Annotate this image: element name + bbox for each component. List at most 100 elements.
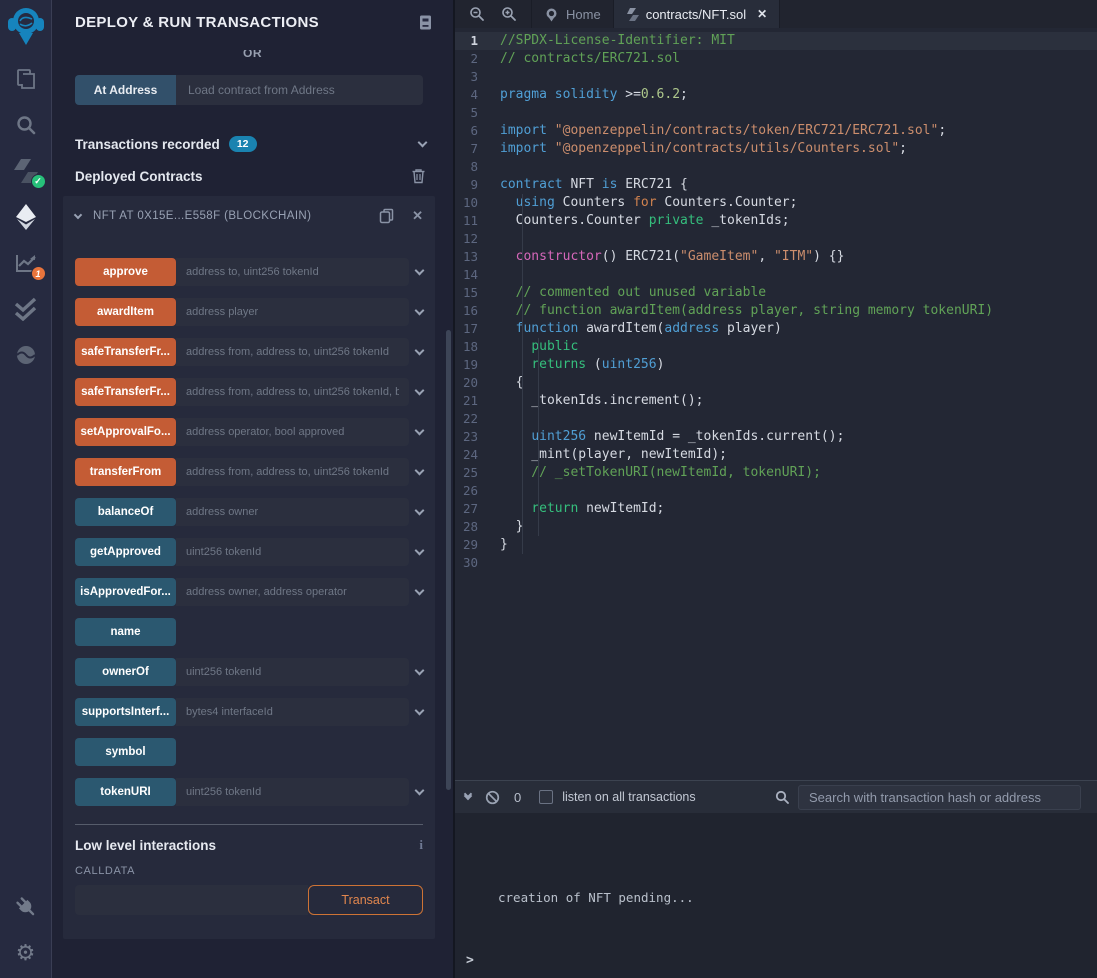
chevron-down-icon[interactable] — [415, 425, 425, 435]
terminal-output[interactable]: creation of NFT pending... > — [455, 813, 1097, 978]
code-line[interactable]: 27 return newItemId; — [455, 500, 1097, 518]
remix-logo-icon[interactable] — [7, 6, 45, 46]
info-icon[interactable]: i — [419, 837, 423, 853]
function-param-input[interactable] — [176, 578, 409, 606]
code-line[interactable]: 17 function awardItem(address player) — [455, 320, 1097, 338]
plugin-manager-icon[interactable] — [11, 892, 41, 922]
chevron-down-icon[interactable] — [415, 545, 425, 555]
code-line[interactable]: 25 // _setTokenURI(newItemId, tokenURI); — [455, 464, 1097, 482]
code-line[interactable]: 24 _mint(player, newItemId); — [455, 446, 1097, 464]
function-param-input[interactable] — [176, 458, 409, 486]
chevron-down-icon[interactable] — [74, 210, 82, 218]
code-line[interactable]: 28 } — [455, 518, 1097, 536]
function-button-tokenuri[interactable]: tokenURI — [75, 778, 176, 806]
code-line[interactable]: 14 — [455, 266, 1097, 284]
unit-testing-icon[interactable] — [11, 294, 41, 324]
chevron-down-icon[interactable] — [415, 305, 425, 315]
function-button-getapproved[interactable]: getApproved — [75, 538, 176, 566]
copy-address-icon[interactable] — [379, 208, 394, 224]
code-line[interactable]: 3 — [455, 68, 1097, 86]
code-line[interactable]: 29} — [455, 536, 1097, 554]
code-line[interactable]: 4pragma solidity >=0.6.2; — [455, 86, 1097, 104]
function-param-input[interactable] — [176, 538, 409, 566]
analytics-icon[interactable]: 1 — [11, 248, 41, 278]
function-param-input[interactable] — [176, 338, 409, 366]
code-line[interactable]: 2// contracts/ERC721.sol — [455, 50, 1097, 68]
function-param-input[interactable] — [176, 498, 409, 526]
function-button-balanceof[interactable]: balanceOf — [75, 498, 176, 526]
code-line[interactable]: 30 — [455, 554, 1097, 572]
code-line[interactable]: 10 using Counters for Counters.Counter; — [455, 194, 1097, 212]
terminal-prompt[interactable]: > — [466, 953, 474, 968]
chevron-down-icon[interactable] — [415, 785, 425, 795]
function-button-safetransferfr[interactable]: safeTransferFr... — [75, 338, 176, 366]
calldata-input[interactable] — [75, 885, 308, 915]
code-editor[interactable]: 1//SPDX-License-Identifier: MIT2// contr… — [455, 28, 1097, 780]
code-line[interactable]: 19 returns (uint256) — [455, 356, 1097, 374]
function-param-input[interactable] — [176, 298, 409, 326]
search-icon[interactable] — [11, 110, 41, 140]
code-line[interactable]: 21 _tokenIds.increment(); — [455, 392, 1097, 410]
function-param-input[interactable] — [176, 258, 409, 286]
function-button-symbol[interactable]: symbol — [75, 738, 176, 766]
terminal-search-input[interactable] — [798, 785, 1081, 810]
panel-scrollbar-thumb[interactable] — [446, 330, 451, 790]
code-line[interactable]: 23 uint256 newItemId = _tokenIds.current… — [455, 428, 1097, 446]
function-button-safetransferfr[interactable]: safeTransferFr... — [75, 378, 176, 406]
trash-icon[interactable] — [411, 168, 426, 184]
remove-contract-icon[interactable]: ✕ — [412, 208, 423, 224]
function-button-awarditem[interactable]: awardItem — [75, 298, 176, 326]
code-line[interactable]: 9contract NFT is ERC721 { — [455, 176, 1097, 194]
function-button-isapprovedfor[interactable]: isApprovedFor... — [75, 578, 176, 606]
tab-home[interactable]: Home — [531, 0, 613, 28]
code-line[interactable]: 20 { — [455, 374, 1097, 392]
deployed-contract-header[interactable]: NFT AT 0X15E...E558F (BLOCKCHAIN) ✕ — [75, 204, 423, 228]
deploy-run-icon[interactable] — [11, 202, 41, 232]
code-line[interactable]: 6import "@openzeppelin/contracts/token/E… — [455, 122, 1097, 140]
at-address-input[interactable] — [176, 75, 423, 105]
close-tab-icon[interactable]: ✕ — [757, 7, 767, 21]
chevron-down-icon[interactable] — [415, 665, 425, 675]
documentation-book-icon[interactable] — [417, 14, 434, 31]
collapse-terminal-icon[interactable] — [465, 795, 471, 799]
code-line[interactable]: 16 // function awardItem(address player,… — [455, 302, 1097, 320]
at-address-button[interactable]: At Address — [75, 75, 176, 105]
function-button-ownerof[interactable]: ownerOf — [75, 658, 176, 686]
transact-button[interactable]: Transact — [308, 885, 423, 915]
code-line[interactable]: 7import "@openzeppelin/contracts/utils/C… — [455, 140, 1097, 158]
chevron-down-icon[interactable] — [418, 137, 428, 147]
plugin-sphere-icon[interactable] — [11, 340, 41, 370]
chevron-down-icon[interactable] — [415, 465, 425, 475]
chevron-down-icon[interactable] — [415, 385, 425, 395]
function-param-input[interactable] — [176, 378, 409, 406]
function-button-setapprovalfo[interactable]: setApprovalFo... — [75, 418, 176, 446]
function-button-supportsinterf[interactable]: supportsInterf... — [75, 698, 176, 726]
code-line[interactable]: 13 constructor() ERC721("GameItem", "ITM… — [455, 248, 1097, 266]
chevron-down-icon[interactable] — [415, 585, 425, 595]
chevron-down-icon[interactable] — [415, 345, 425, 355]
code-line[interactable]: 5 — [455, 104, 1097, 122]
clear-console-icon[interactable] — [485, 790, 500, 805]
file-explorer-icon[interactable] — [11, 64, 41, 94]
listen-all-transactions-checkbox[interactable] — [539, 790, 553, 804]
function-param-input[interactable] — [176, 778, 409, 806]
code-line[interactable]: 8 — [455, 158, 1097, 176]
settings-icon[interactable]: ⚙ — [11, 938, 41, 968]
chevron-down-icon[interactable] — [415, 505, 425, 515]
solidity-compiler-icon[interactable]: ✓ — [11, 156, 41, 186]
code-line[interactable]: 1//SPDX-License-Identifier: MIT — [455, 32, 1097, 50]
code-line[interactable]: 22 — [455, 410, 1097, 428]
tab-contracts-nft-sol[interactable]: contracts/NFT.sol ✕ — [613, 0, 780, 28]
function-param-input[interactable] — [176, 698, 409, 726]
code-line[interactable]: 15 // commented out unused variable — [455, 284, 1097, 302]
function-param-input[interactable] — [176, 658, 409, 686]
zoom-in-icon[interactable] — [501, 6, 517, 22]
function-button-transferfrom[interactable]: transferFrom — [75, 458, 176, 486]
code-line[interactable]: 12 — [455, 230, 1097, 248]
chevron-down-icon[interactable] — [415, 265, 425, 275]
chevron-down-icon[interactable] — [415, 705, 425, 715]
function-param-input[interactable] — [176, 418, 409, 446]
code-line[interactable]: 18 public — [455, 338, 1097, 356]
function-button-approve[interactable]: approve — [75, 258, 176, 286]
function-button-name[interactable]: name — [75, 618, 176, 646]
